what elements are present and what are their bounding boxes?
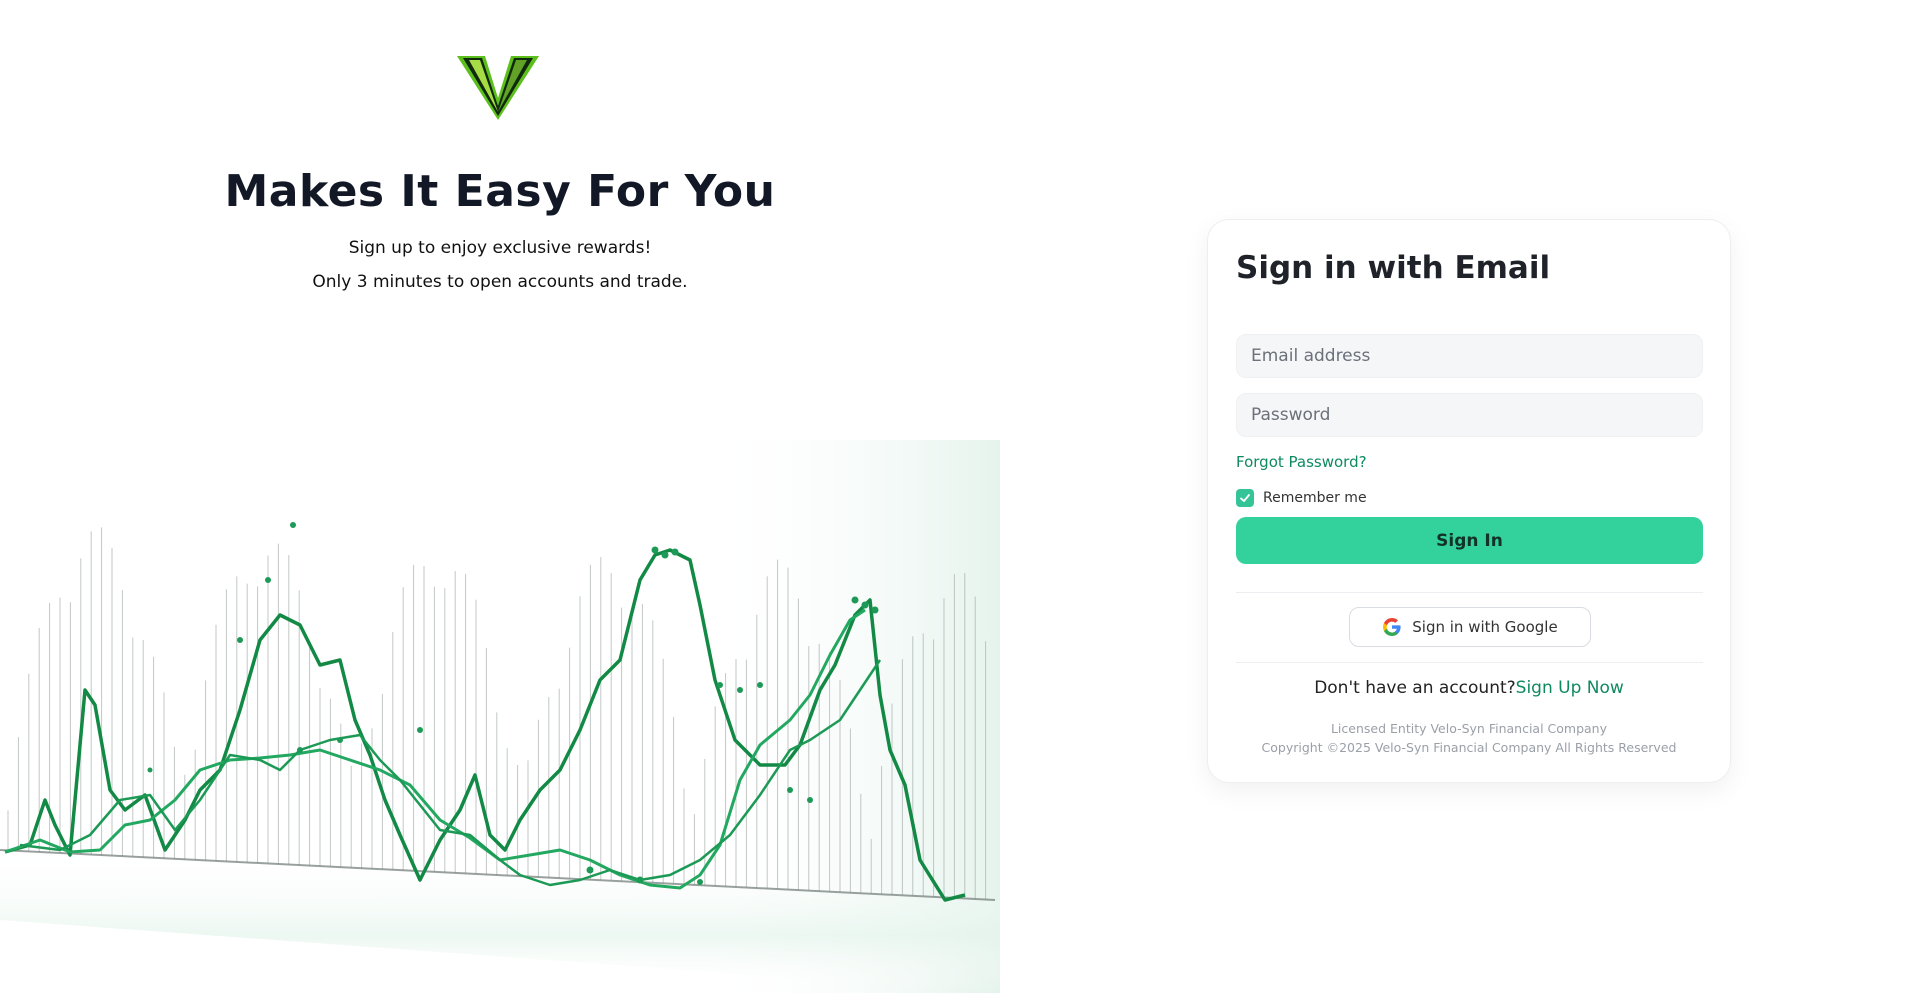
velo-syn-v-logo xyxy=(457,56,539,120)
login-card: Sign in with Email Forgot Password? Reme… xyxy=(1207,219,1731,783)
remember-me-row: Remember me xyxy=(1236,489,1367,507)
forgot-password-link[interactable]: Forgot Password? xyxy=(1236,453,1367,471)
hero-subtitle-accounts: Only 3 minutes to open accounts and trad… xyxy=(312,272,688,292)
login-title: Sign in with Email xyxy=(1236,250,1551,286)
sign-in-button[interactable]: Sign In xyxy=(1236,517,1703,564)
hero-section: Makes It Easy For You Sign up to enjoy e… xyxy=(0,0,1000,993)
email-field[interactable] xyxy=(1236,334,1703,378)
footer-license: Licensed Entity Velo-Syn Financial Compa… xyxy=(1330,721,1608,736)
google-sign-in-button[interactable]: Sign in with Google xyxy=(1349,607,1591,647)
google-sign-in-label: Sign in with Google xyxy=(1412,618,1558,636)
market-chart-illustration xyxy=(0,440,1000,993)
remember-me-label: Remember me xyxy=(1263,490,1367,506)
login-page: Makes It Easy For You Sign up to enjoy e… xyxy=(0,0,1920,993)
divider xyxy=(1236,662,1703,663)
footer-copyright: Copyright ©2025 Velo-Syn Financial Compa… xyxy=(1261,740,1677,755)
sign-up-link[interactable]: Sign Up Now xyxy=(1516,678,1624,698)
hero-title: Makes It Easy For You xyxy=(224,166,776,217)
remember-me-checkbox[interactable] xyxy=(1236,489,1254,507)
hero-subtitle-rewards: Sign up to enjoy exclusive rewards! xyxy=(348,238,652,258)
divider xyxy=(1236,592,1703,593)
checkmark-icon xyxy=(1240,494,1250,502)
signup-row: Don't have an account?Sign Up Now xyxy=(1208,678,1730,698)
no-account-text: Don't have an account? xyxy=(1314,678,1516,698)
password-field[interactable] xyxy=(1236,393,1703,437)
google-icon xyxy=(1383,618,1401,636)
